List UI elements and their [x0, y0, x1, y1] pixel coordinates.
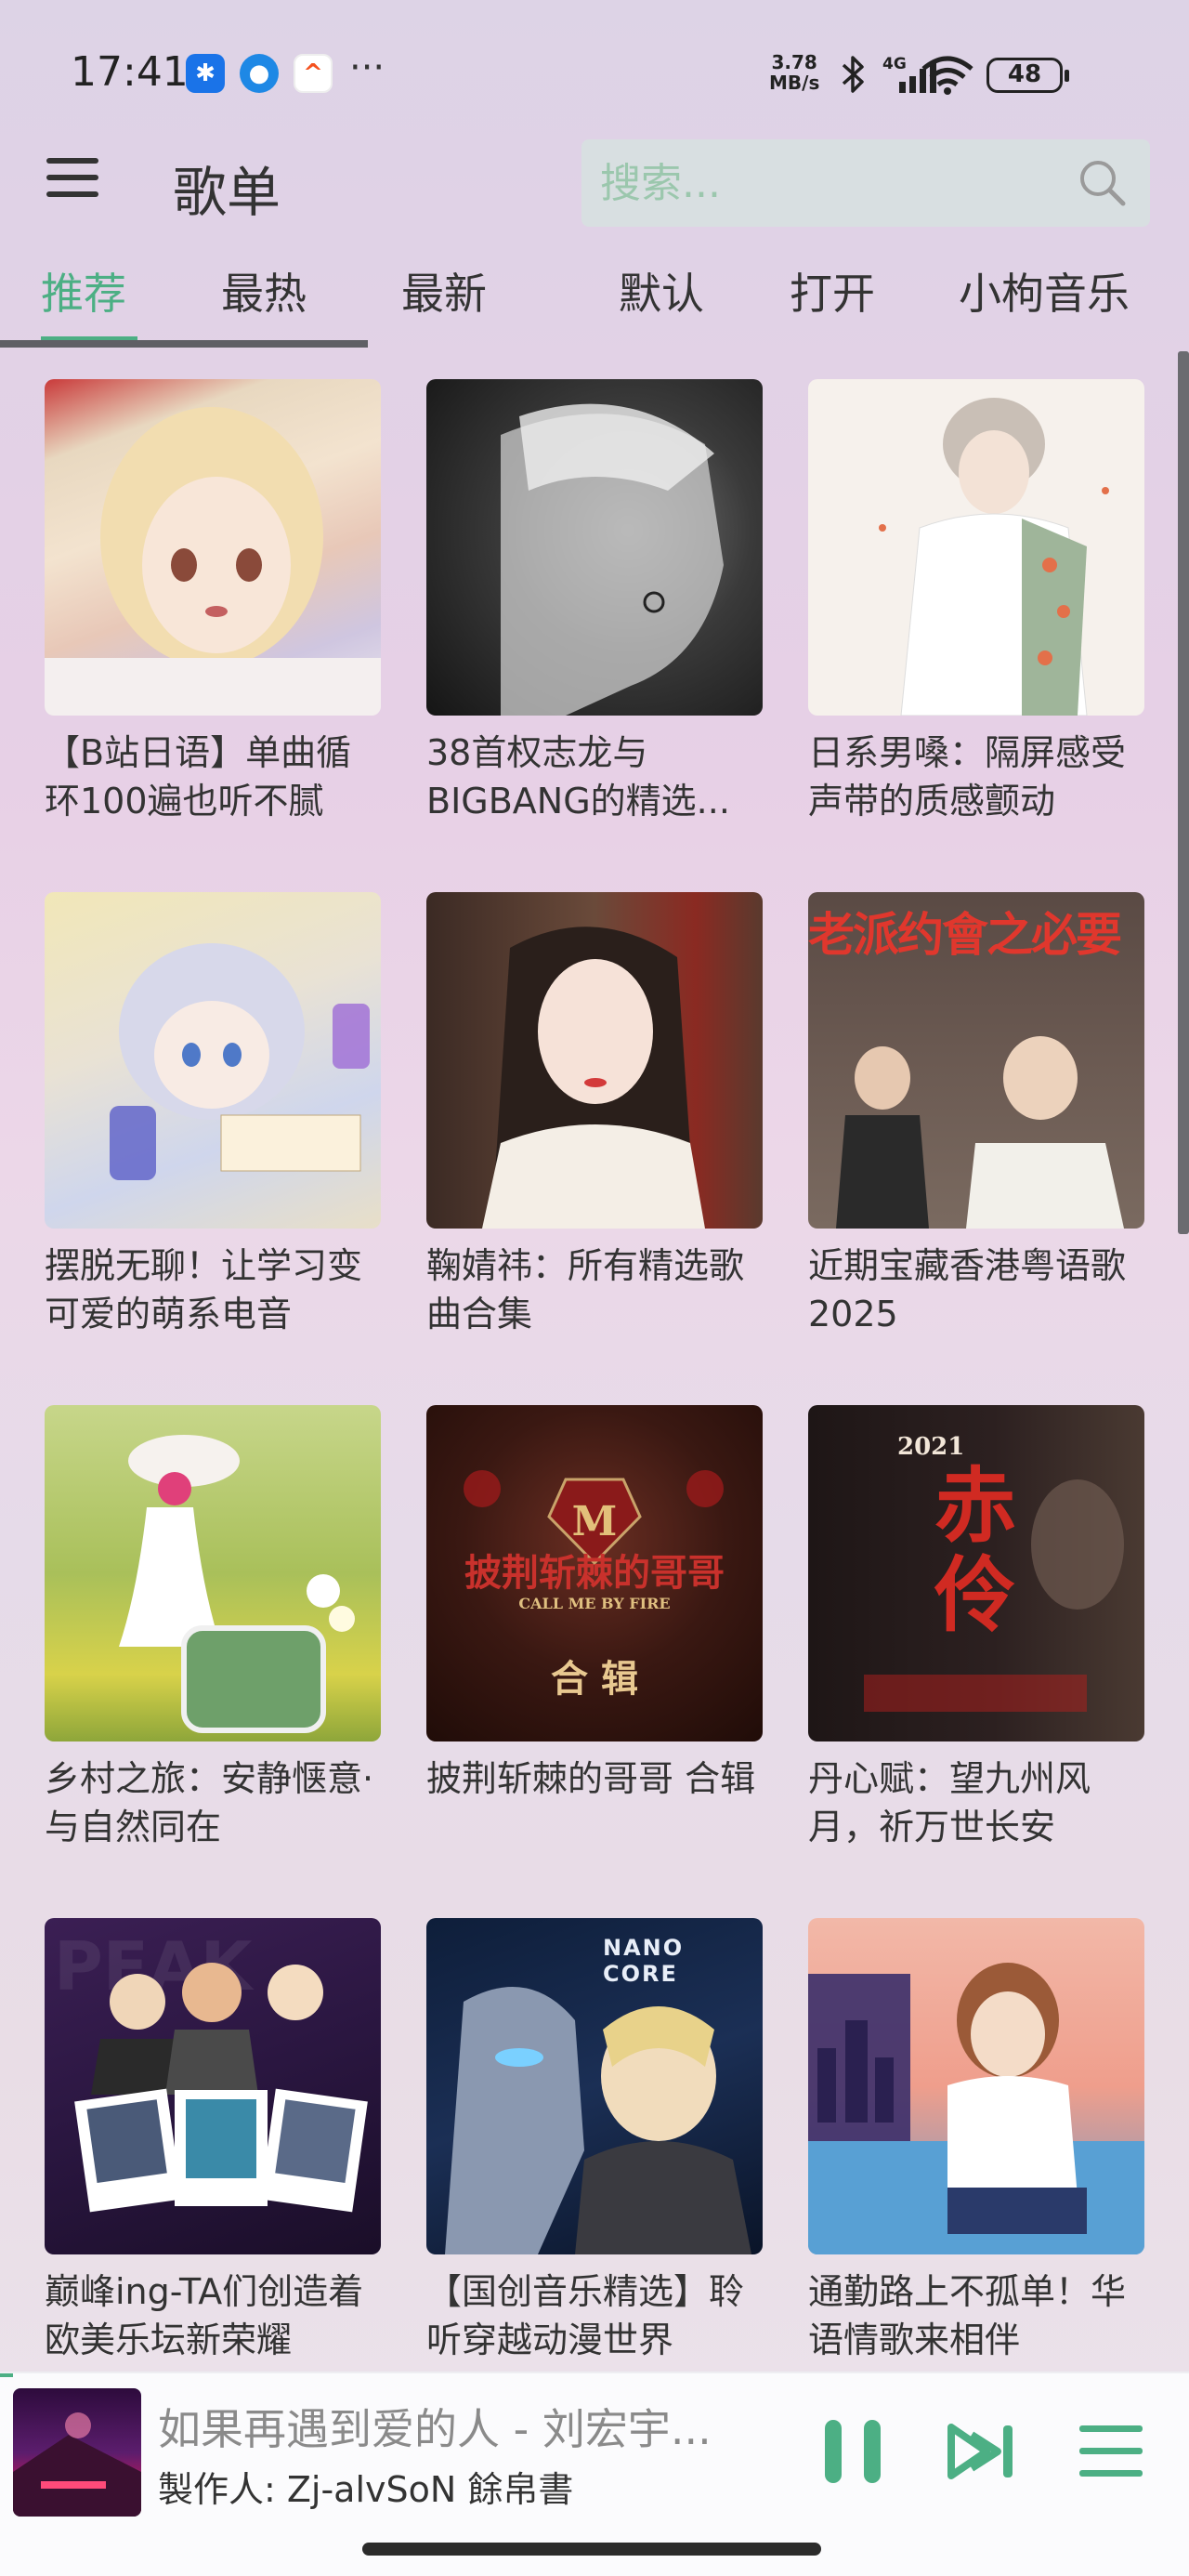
cover-title-text: 披荆斩棘的哥哥 — [464, 1551, 725, 1595]
search-bar[interactable] — [581, 139, 1150, 227]
playlist-card[interactable]: 鞠婧祎：所有精选歌曲合集 — [426, 892, 763, 1338]
more-notifications-icon: ··· — [349, 46, 385, 89]
svg-text:4G: 4G — [882, 55, 907, 73]
cover-subtitle-text: CALL ME BY FIRE — [518, 1595, 671, 1612]
search-icon[interactable] — [1076, 156, 1128, 208]
playlist-card[interactable]: NANO CORE 【国创音乐精选】聆听穿越动漫世界 — [426, 1918, 763, 2364]
cover-label-text: 合 辑 — [551, 1657, 638, 1701]
now-playing-artist: 製作人: Zj-alvSoN 餘帛書 — [158, 2469, 574, 2510]
playlist-title: 【B站日语】单曲循环100遍也听不腻 — [45, 732, 352, 821]
pause-icon[interactable] — [816, 2414, 890, 2489]
svg-text:M: M — [572, 1498, 618, 1545]
status-bar: 17:41 ✱ ● ^ ··· 3.78 MB/s 4G 48 — [0, 0, 1189, 139]
status-time: 17:41 — [71, 48, 189, 96]
playlist-card[interactable]: 2021 赤伶 丹心赋：望九州风月，祈万世长安 — [808, 1405, 1144, 1851]
playlist-cover: M 披荆斩棘的哥哥 CALL ME BY FIRE 合 辑 — [426, 1405, 763, 1741]
network-speed: 3.78 MB/s — [769, 51, 820, 94]
playlist-cover — [45, 379, 381, 716]
playlist-card[interactable]: 日系男嗓：隔屏感受声带的质感颤动 — [808, 379, 1144, 825]
playlist-title: 巅峰ing-TA们创造着欧美乐坛新荣耀 — [45, 2271, 364, 2360]
skip-next-icon[interactable] — [946, 2414, 1020, 2489]
tab-default[interactable]: 默认 — [619, 260, 704, 322]
playlist-title: 日系男嗓：隔屏感受声带的质感颤动 — [808, 732, 1127, 821]
playlist-cover: 老派约會之必要 — [808, 892, 1144, 1229]
tab-newest[interactable]: 最新 — [401, 260, 487, 322]
playlist-card[interactable]: 摆脱无聊！让学习变可爱的萌系电音 — [45, 892, 381, 1338]
cover-title-text: 赤伶 — [934, 1457, 1017, 1643]
playlist-title: 近期宝藏香港粤语歌2025 — [808, 1245, 1127, 1334]
tab-hottest[interactable]: 最热 — [221, 260, 307, 322]
playback-progress — [0, 2373, 13, 2377]
scrollbar[interactable] — [1178, 351, 1189, 1234]
tab-open[interactable]: 打开 — [790, 260, 875, 322]
battery-indicator: 48 — [986, 58, 1069, 93]
tab-recommended[interactable]: 推荐 — [41, 260, 126, 322]
playlist-cover — [808, 379, 1144, 716]
page-title: 歌单 — [173, 161, 281, 224]
playlist-queue-icon[interactable] — [1074, 2414, 1148, 2489]
tab-xiaogou-music[interactable]: 小枸音乐 — [959, 260, 1130, 322]
playlist-cover: NANO CORE — [426, 1918, 763, 2254]
tab-track — [0, 340, 368, 348]
playlist-title: 乡村之旅：安静惬意·与自然同在 — [45, 1758, 374, 1847]
playlist-card[interactable]: 乡村之旅：安静惬意·与自然同在 — [45, 1405, 381, 1851]
playlist-card[interactable]: 38首权志龙与BIGBANG的精选... — [426, 379, 763, 825]
playlist-title: 38首权志龙与BIGBANG的精选... — [426, 732, 730, 821]
category-tabs: 推荐 最热 最新 默认 打开 小枸音乐 — [0, 260, 1189, 353]
hamburger-menu-icon[interactable] — [46, 158, 98, 204]
playlist-cover — [426, 892, 763, 1229]
wifi-icon — [920, 54, 975, 105]
playlist-title: 鞠婧祎：所有精选歌曲合集 — [426, 1245, 745, 1334]
playlist-title: 【国创音乐精选】聆听穿越动漫世界 — [426, 2271, 745, 2360]
playlist-title: 丹心赋：望九州风月，祈万世长安 — [808, 1758, 1091, 1847]
playlist-title: 通勤路上不孤单！华语情歌来相伴 — [808, 2271, 1127, 2360]
playlist-card[interactable]: 【B站日语】单曲循环100遍也听不腻 — [45, 379, 381, 825]
playlist-cover: PEAK — [45, 1918, 381, 2254]
playlist-cover — [45, 1405, 381, 1741]
playlist-card[interactable]: 老派约會之必要 近期宝藏香港粤语歌2025 — [808, 892, 1144, 1338]
search-input[interactable] — [600, 139, 1065, 227]
playlist-card[interactable]: M 披荆斩棘的哥哥 CALL ME BY FIRE 合 辑 披荆斩棘的哥哥 合辑 — [426, 1405, 763, 1851]
playlist-cover — [808, 1918, 1144, 2254]
now-playing-cover[interactable] — [13, 2388, 141, 2517]
now-playing-title: 如果再遇到爱的人 - 刘宏宇... — [158, 2404, 712, 2454]
home-indicator[interactable] — [362, 2543, 821, 2556]
tab-indicator — [41, 336, 137, 340]
playlist-card[interactable]: PEAK 巅峰ing-TA们创造着欧美乐坛新荣耀 — [45, 1918, 381, 2364]
playlist-cover — [45, 892, 381, 1229]
app-notification-icon: ✱ — [186, 54, 225, 93]
playlist-card[interactable]: 通勤路上不孤单！华语情歌来相伴 — [808, 1918, 1144, 2364]
bluetooth-icon — [836, 54, 869, 103]
photos-notification-icon: ^ — [294, 54, 333, 93]
playlist-cover — [426, 379, 763, 716]
messenger-notification-icon: ● — [240, 54, 279, 93]
playlist-title: 摆脱无聊！让学习变可爱的萌系电音 — [45, 1245, 363, 1334]
playlist-cover: 2021 赤伶 — [808, 1405, 1144, 1741]
playlist-title: 披荆斩棘的哥哥 合辑 — [426, 1758, 756, 1799]
